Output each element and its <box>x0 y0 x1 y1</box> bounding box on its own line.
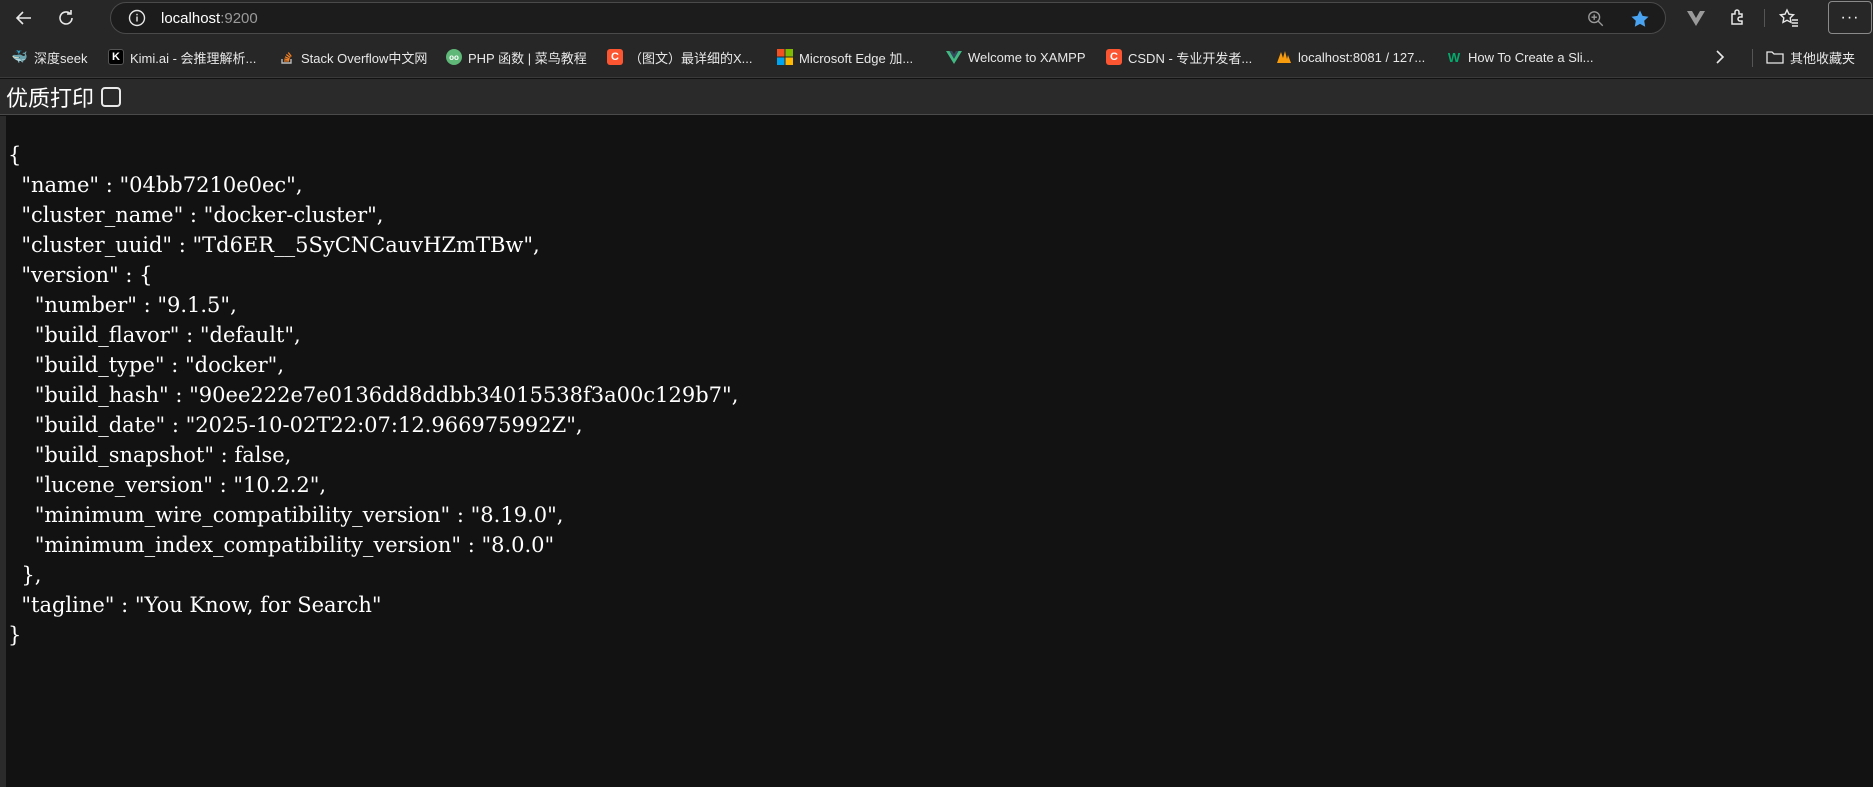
other-bookmarks-folder[interactable]: 其他收藏夹 <box>1766 46 1855 68</box>
browser-toolbar: localhost:9200 ··· <box>0 0 1873 36</box>
url-host: localhost <box>161 9 221 27</box>
bookmark-runoob[interactable]: oo PHP 函数 | 菜鸟教程 <box>446 46 587 68</box>
json-line: "build_date" : "2025-10-02T22:07:12.9669… <box>8 413 583 437</box>
bookmark-label: How To Create a Sli... <box>1468 49 1594 65</box>
json-line: "tagline" : "You Know, for Search" <box>8 593 382 617</box>
extensions-icon[interactable] <box>1722 2 1754 34</box>
runoob-icon: oo <box>446 49 462 65</box>
deepseek-icon: 🐳 <box>11 49 29 64</box>
bookmark-microsoft-edge[interactable]: Microsoft Edge 加... <box>777 46 913 68</box>
csdn-icon: C <box>607 49 623 65</box>
refresh-button[interactable] <box>50 2 82 34</box>
json-line: "cluster_name" : "docker-cluster", <box>8 203 384 227</box>
bookmark-label: Welcome to XAMPP <box>968 49 1086 65</box>
address-bar[interactable]: localhost:9200 <box>110 2 1666 34</box>
json-line: "build_hash" : "90ee222e7e0136dd8ddbb340… <box>8 383 739 407</box>
favorites-icon[interactable] <box>1773 2 1805 34</box>
json-line: "name" : "04bb7210e0ec", <box>8 173 303 197</box>
microsoft-icon <box>777 49 793 65</box>
settings-more-button[interactable]: ··· <box>1828 1 1872 34</box>
zoom-icon[interactable] <box>1585 8 1607 30</box>
bookmark-label: PHP 函数 | 菜鸟教程 <box>468 50 587 66</box>
json-line: "minimum_index_compatibility_version" : … <box>8 533 555 557</box>
bookmark-label: CSDN - 专业开发者... <box>1128 50 1253 66</box>
json-line: "number" : "9.1.5", <box>8 293 237 317</box>
bookmark-label: 深度seek <box>34 50 88 66</box>
back-arrow-icon <box>15 11 31 25</box>
bookmark-label: Kimi.ai - 会推理解析... <box>130 50 257 66</box>
folder-icon <box>1766 51 1784 64</box>
json-line: "version" : { <box>8 263 153 287</box>
stackoverflow-icon <box>279 49 295 65</box>
toolbar-divider <box>1764 9 1765 27</box>
bookmark-stackoverflow[interactable]: Stack Overflow中文网 <box>279 46 427 68</box>
json-line: { <box>8 143 22 167</box>
json-line: "build_flavor" : "default", <box>8 323 301 347</box>
bookmark-xampp[interactable]: Welcome to XAMPP <box>946 46 1086 68</box>
url-port: :9200 <box>220 9 258 27</box>
bookmark-deepseek[interactable]: 🐳 深度seek <box>11 46 88 68</box>
more-icon: ··· <box>1840 8 1860 26</box>
json-line: "lucene_version" : "10.2.2", <box>8 473 327 497</box>
json-line: "cluster_uuid" : "Td6ER__5SyCNCauvHZmTBw… <box>8 233 540 257</box>
page-content: 优质打印 { "name" : "04bb7210e0ec", "cluster… <box>0 79 1873 787</box>
back-button[interactable] <box>8 2 40 34</box>
bookmark-w3schools[interactable]: W How To Create a Sli... <box>1446 46 1594 68</box>
vue-devtools-icon[interactable] <box>1680 2 1712 34</box>
bookmarks-divider <box>1752 49 1753 67</box>
bookmark-csdn[interactable]: C CSDN - 专业开发者... <box>1106 46 1252 68</box>
w3schools-icon: W <box>1447 49 1461 65</box>
pretty-print-label: 优质打印 <box>6 86 95 112</box>
json-line: "build_type" : "docker", <box>8 353 284 377</box>
bookmark-label: Stack Overflow中文网 <box>301 50 428 66</box>
json-viewer: { "name" : "04bb7210e0ec", "cluster_name… <box>0 116 1873 787</box>
phpmyadmin-icon <box>1276 49 1292 65</box>
bookmark-phpmyadmin[interactable]: localhost:8081 / 127... <box>1276 46 1425 68</box>
bookmarks-bar: 🐳 深度seek K Kimi.ai - 会推理解析... Stack Over… <box>0 36 1873 78</box>
vue-icon <box>946 49 962 65</box>
json-line: }, <box>8 563 42 587</box>
bookmark-xampp-guide[interactable]: C （图文）最详细的X... <box>607 46 753 68</box>
chevron-right-icon[interactable] <box>1712 49 1728 65</box>
json-body: { "name" : "04bb7210e0ec", "cluster_name… <box>8 140 738 650</box>
refresh-icon <box>59 10 73 25</box>
json-line: } <box>8 623 22 647</box>
pretty-print-bar: 优质打印 <box>0 79 1873 115</box>
kimi-icon: K <box>108 49 124 65</box>
other-bookmarks-label: 其他收藏夹 <box>1790 50 1856 66</box>
json-line: "build_snapshot" : false, <box>8 443 292 467</box>
favorite-star-icon[interactable] <box>1629 8 1651 30</box>
bookmark-label: localhost:8081 / 127... <box>1298 49 1426 65</box>
bookmark-kimi[interactable]: K Kimi.ai - 会推理解析... <box>108 46 256 68</box>
site-info-icon[interactable] <box>127 8 147 28</box>
bookmark-label: （图文）最详细的X... <box>629 50 753 66</box>
csdn-icon: C <box>1106 49 1122 65</box>
bookmark-label: Microsoft Edge 加... <box>799 50 914 66</box>
pretty-print-checkbox[interactable] <box>101 86 122 107</box>
json-line: "minimum_wire_compatibility_version" : "… <box>8 503 564 527</box>
